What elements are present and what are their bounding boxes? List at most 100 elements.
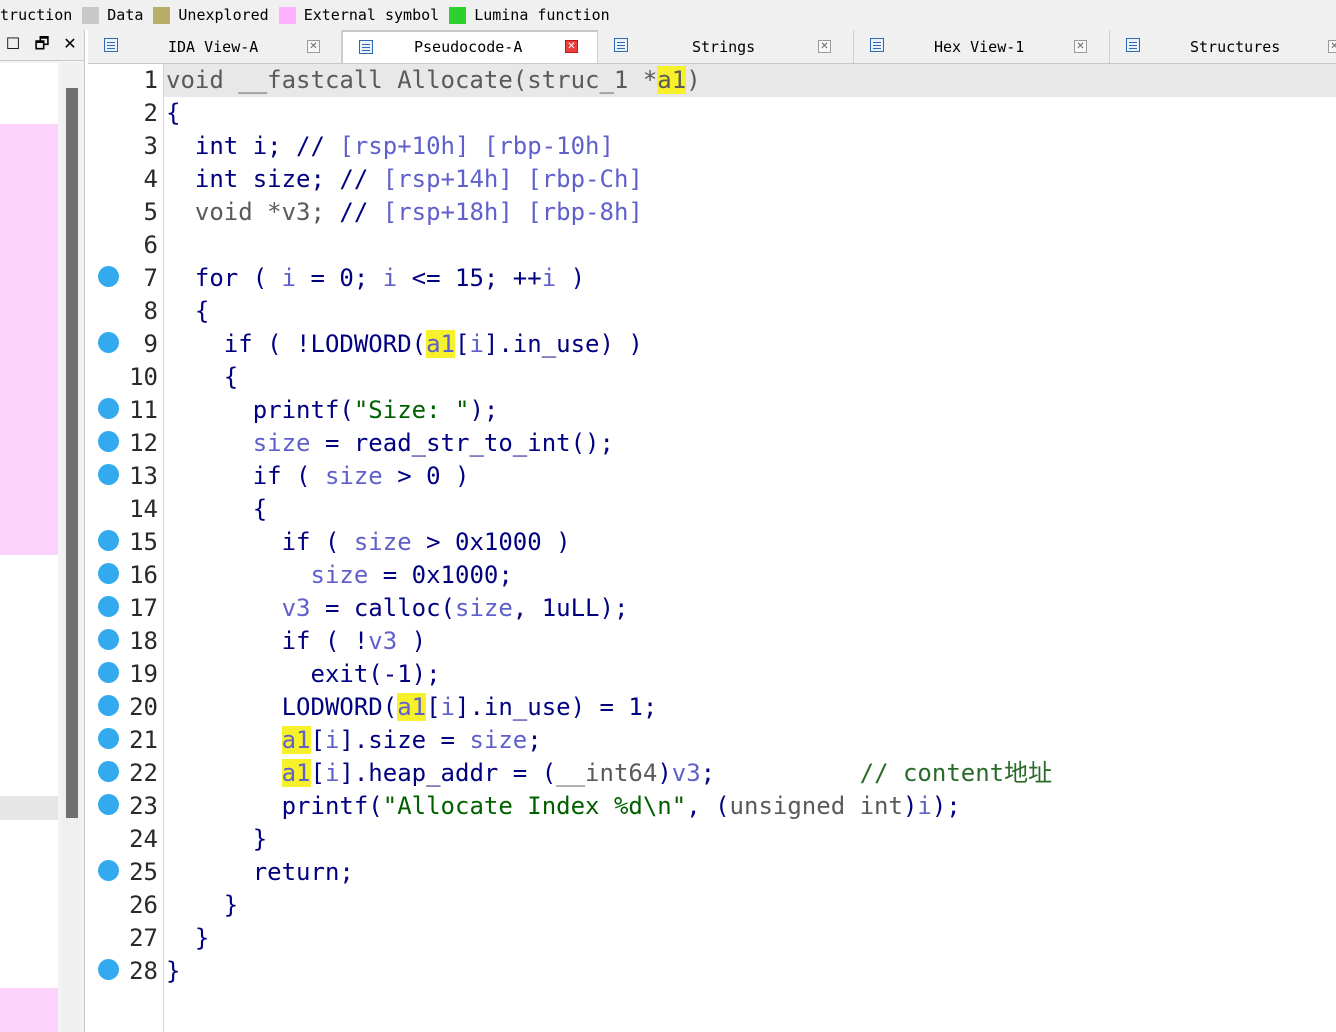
variable[interactable]: i <box>325 726 339 754</box>
highlighted-variable[interactable]: a1 <box>281 726 311 754</box>
line-number: 24 <box>129 825 158 853</box>
code-line[interactable]: { <box>166 361 238 394</box>
tab-pseudocode-a[interactable]: Pseudocode-A ✕ <box>342 30 598 63</box>
close-tab-icon[interactable]: ✕ <box>307 40 320 53</box>
tab-strings[interactable]: Strings ✕ <box>598 30 854 63</box>
code-line[interactable]: void __fastcall Allocate(struc_1 *a1) <box>166 64 701 97</box>
code-line[interactable]: } <box>166 889 238 922</box>
external-symbol-band-bottom <box>0 988 58 1032</box>
external-symbol-band <box>0 124 58 555</box>
highlighted-variable[interactable]: a1 <box>657 66 687 94</box>
code-line[interactable]: { <box>166 97 180 130</box>
close-tab-icon[interactable]: ✕ <box>565 40 578 53</box>
variable[interactable]: i <box>282 264 296 292</box>
code-line[interactable]: } <box>166 922 209 955</box>
line-number: 11 <box>129 396 158 424</box>
tab-structures[interactable]: Structures ✕ <box>1110 30 1336 63</box>
highlighted-variable[interactable]: a1 <box>426 330 455 358</box>
variable[interactable]: i <box>441 693 455 721</box>
legend-swatch-external-symbol <box>278 6 296 24</box>
variable[interactable]: v3 <box>282 594 311 622</box>
tab-ida-view-a[interactable]: IDA View-A ✕ <box>88 30 342 63</box>
variable[interactable]: i <box>917 792 931 820</box>
code-line[interactable]: } <box>166 823 267 856</box>
code-line[interactable]: size = read_str_to_int(); <box>166 427 614 460</box>
code-line[interactable]: LODWORD(a1[i].in_use) = 1; <box>166 691 657 724</box>
code-line[interactable]: { <box>166 295 209 328</box>
variable[interactable]: size <box>311 561 369 589</box>
close-icon[interactable]: ✕ <box>60 34 80 54</box>
type-name[interactable]: void *v3; <box>195 198 325 226</box>
code-line[interactable]: { <box>166 493 267 526</box>
tab-label: Hex View-1 <box>934 38 1025 56</box>
variable[interactable]: i <box>325 759 339 787</box>
variable[interactable]: i <box>469 330 483 358</box>
code-line[interactable]: printf("Allocate Index %d\n", (unsigned … <box>166 790 961 823</box>
code-line[interactable]: for ( i = 0; i <= 15; ++i ) <box>166 262 585 295</box>
line-number: 26 <box>129 891 158 919</box>
variable[interactable]: v3 <box>672 759 701 787</box>
type-name[interactable]: unsigned int <box>730 792 903 820</box>
variable[interactable]: size <box>325 462 383 490</box>
current-position-band <box>0 796 58 820</box>
left-panel-scrollbar-thumb[interactable] <box>66 88 78 818</box>
string-literal[interactable]: "Allocate Index %d\n" <box>383 792 686 820</box>
code-line[interactable]: if ( size > 0x1000 ) <box>166 526 571 559</box>
line-gutter[interactable]: 1 2 3 4 5 6 7 8 9 10 11 12 13 14 15 16 17 18 19 20 21 22 23 24 2… <box>88 64 164 1032</box>
code-line[interactable]: void *v3; // [rsp+18h] [rbp-8h] <box>166 196 643 229</box>
legend-item-external-symbol: External symbol <box>278 6 440 24</box>
code-line[interactable]: v3 = calloc(size, 1uLL); <box>166 592 629 625</box>
comment[interactable]: // content地址 <box>860 759 1053 787</box>
pseudocode-view[interactable]: 1 2 3 4 5 6 7 8 9 10 11 12 13 14 15 16 17 18 19 20 21 22 23 24 2… <box>88 64 1336 1032</box>
variable[interactable]: i <box>383 264 397 292</box>
legend-label-unexplored: Unexplored <box>178 6 269 24</box>
code-line[interactable]: printf("Size: "); <box>166 394 499 427</box>
line-number: 22 <box>129 759 158 787</box>
code-line[interactable]: int i; // [rsp+10h] [rbp-10h] <box>166 130 614 163</box>
hex-view-icon <box>870 38 884 52</box>
line-number: 16 <box>129 561 158 589</box>
restore-icon[interactable]: 🗗 <box>32 34 52 54</box>
variable[interactable]: v3 <box>368 627 397 655</box>
type-name[interactable]: __int64 <box>556 759 657 787</box>
code-line[interactable]: if ( !LODWORD(a1[i].in_use) ) <box>166 328 643 361</box>
variable[interactable]: i <box>542 264 556 292</box>
legend-item-lumina-function: Lumina function <box>449 6 610 24</box>
highlighted-variable[interactable]: a1 <box>281 759 311 787</box>
variable[interactable]: size <box>253 429 311 457</box>
legend-label-external-symbol: External symbol <box>303 6 440 24</box>
code-line[interactable]: exit(-1); <box>166 658 440 691</box>
navigation-band[interactable] <box>0 63 58 1032</box>
close-tab-icon[interactable]: ✕ <box>818 40 831 53</box>
string-literal[interactable]: "Size: " <box>354 396 470 424</box>
stack-offset-comment[interactable]: [rsp+10h] [rbp-10h] <box>339 132 614 160</box>
legend-label-lumina-function: Lumina function <box>474 6 610 24</box>
stack-offset-comment[interactable]: [rsp+14h] [rbp-Ch] <box>383 165 643 193</box>
close-tab-icon[interactable]: ✕ <box>1074 40 1087 53</box>
type-name[interactable]: ) <box>686 66 700 94</box>
tab-label: Strings <box>692 38 756 56</box>
type-name[interactable]: void __fastcall Allocate(struc_1 * <box>166 66 657 94</box>
code-line[interactable]: a1[i].size = size; <box>166 724 542 757</box>
code-line[interactable]: if ( !v3 ) <box>166 625 427 658</box>
tab-hex-view-1[interactable]: Hex View-1 ✕ <box>854 30 1110 63</box>
structures-icon <box>1126 38 1140 52</box>
variable[interactable]: size <box>469 726 527 754</box>
line-number: 17 <box>129 594 158 622</box>
code-line[interactable]: } <box>166 955 180 988</box>
variable[interactable]: size <box>455 594 513 622</box>
code-line[interactable]: return; <box>166 856 354 889</box>
maximize-icon[interactable]: ☐ <box>3 34 23 54</box>
variable[interactable]: size <box>354 528 412 556</box>
line-number: 27 <box>129 924 158 952</box>
code-line[interactable]: size = 0x1000; <box>166 559 513 592</box>
legend-swatch-lumina-function <box>449 6 467 24</box>
code-line[interactable]: if ( size > 0 ) <box>166 460 470 493</box>
stack-offset-comment[interactable]: [rsp+18h] [rbp-8h] <box>383 198 643 226</box>
legend-swatch-data <box>82 6 100 24</box>
highlighted-variable[interactable]: a1 <box>397 693 427 721</box>
close-tab-icon[interactable]: ✕ <box>1328 40 1336 53</box>
code-line[interactable]: int size; // [rsp+14h] [rbp-Ch] <box>166 163 643 196</box>
code-line[interactable]: a1[i].heap_addr = (__int64)v3; // conten… <box>166 757 1052 790</box>
line-number: 3 <box>143 132 158 160</box>
